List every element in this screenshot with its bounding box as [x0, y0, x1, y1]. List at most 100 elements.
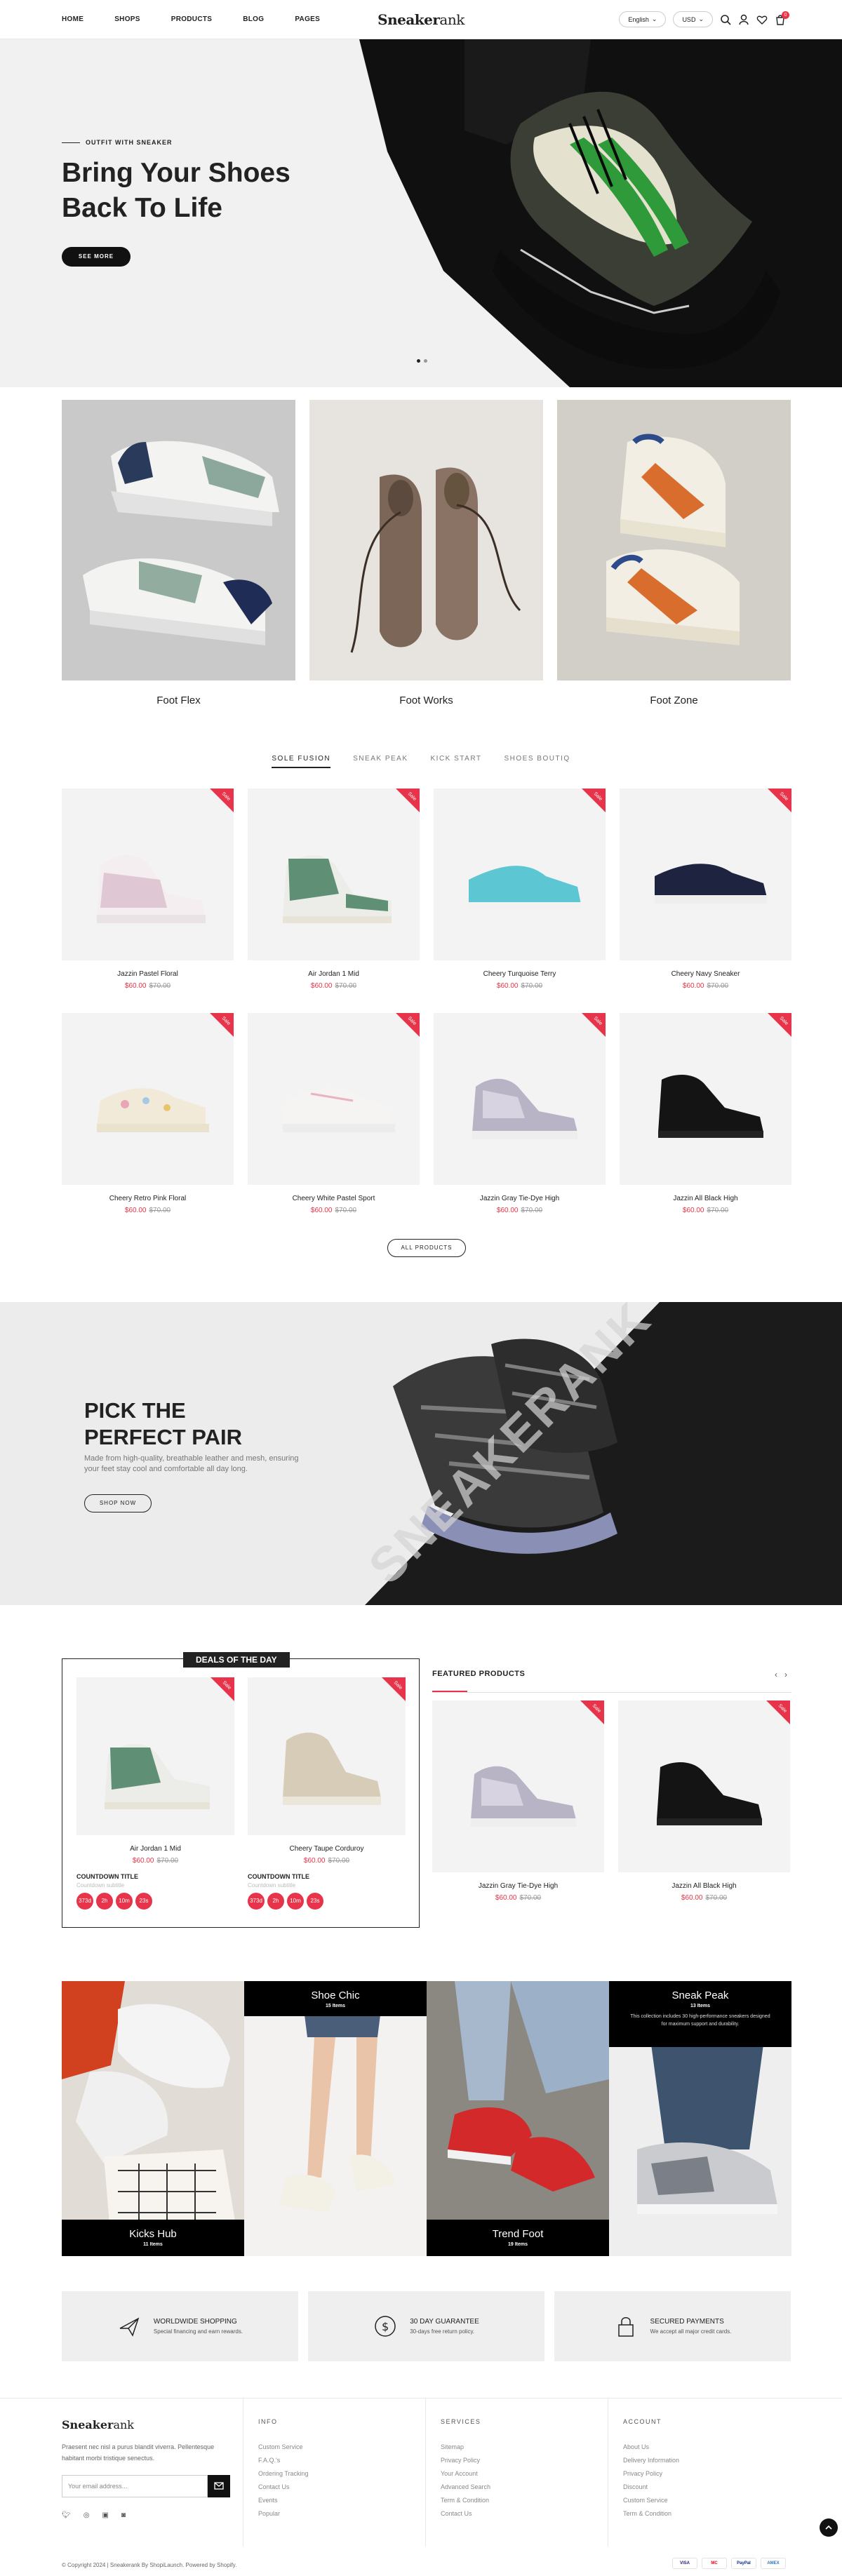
copyright: © Copyright 2024 | Sneakerank By ShopiLa… [62, 2562, 237, 2568]
footer-link[interactable]: Custom Service [258, 2443, 309, 2450]
product-card[interactable]: Sale Cheery Navy Sneaker $60.00 $70.00 [620, 789, 791, 990]
product-name[interactable]: Air Jordan 1 Mid [248, 970, 420, 978]
footer-link[interactable]: About Us [623, 2443, 679, 2450]
countdown-title: COUNTDOWN TITLE [76, 1873, 138, 1880]
sale-price: $60.00 [681, 1894, 703, 1902]
footer-link[interactable]: Your Account [441, 2470, 490, 2477]
product-price: $60.00 $70.00 [434, 1207, 606, 1214]
currency-select[interactable]: USD ⌄ [673, 11, 713, 27]
collection-card[interactable]: Sneak Peak 13 Items This collection includ… [609, 1981, 791, 2256]
feature-box: SECURED PAYMENTS We accept all major cred… [554, 2291, 791, 2361]
user-icon[interactable] [738, 14, 749, 25]
collection-name: Sneak Peak [671, 1990, 729, 2001]
product-card[interactable]: Sale Jazzin Gray Tie-Dye High $60.00 $70.… [432, 1700, 604, 1902]
product-name[interactable]: Cheery Retro Pink Floral [62, 1195, 234, 1202]
product-card[interactable]: Sale Jazzin All Black High $60.00 $70.00 [618, 1700, 790, 1902]
search-icon[interactable] [720, 14, 731, 25]
product-row: Sale Cheery Retro Pink Floral $60.00 $70.… [62, 1013, 791, 1214]
footer-link[interactable]: Discount [623, 2483, 679, 2490]
sale-price: $60.00 [303, 1857, 326, 1865]
category-card[interactable]: Foot Flex [62, 400, 295, 706]
product-name[interactable]: Cheery Taupe Corduroy [248, 1845, 406, 1853]
collection-count: 11 Items [143, 2242, 163, 2247]
dollar-circle-icon: $ [375, 2316, 396, 2337]
linkedin-icon[interactable]: ▣ [102, 2511, 108, 2519]
product-card[interactable]: Sale Jazzin All Black High $60.00 $70.00 [620, 1013, 791, 1214]
heart-icon[interactable] [756, 14, 768, 25]
footer-logo[interactable]: Sneakerank [62, 2418, 230, 2431]
payment-icons: VISA MC PayPal AMEX [672, 2558, 786, 2569]
collection-label: Kicks Hub 11 Items [62, 2220, 244, 2256]
instagram-icon[interactable]: ◙ [121, 2511, 126, 2519]
original-price: $70.00 [521, 982, 543, 990]
tab-sole-fusion[interactable]: SOLE FUSION [272, 755, 331, 768]
category-name[interactable]: Foot Flex [62, 695, 295, 706]
original-price: $70.00 [707, 1207, 729, 1214]
product-card[interactable]: Sale Cheery Turquoise Terry $60.00 $70.00 [434, 789, 606, 990]
product-name[interactable]: Jazzin All Black High [618, 1882, 790, 1890]
product-card[interactable]: Sale Cheery Retro Pink Floral $60.00 $70.… [62, 1013, 234, 1214]
footer-link[interactable]: Popular [258, 2510, 309, 2517]
product-image: Sale [620, 789, 791, 960]
slider-dot[interactable] [424, 359, 427, 363]
deal-card[interactable]: Sale Cheery Taupe Corduroy $60.00 $70.00 … [248, 1677, 406, 1910]
all-products-button[interactable]: ALL PRODUCTS [387, 1239, 466, 1257]
sale-price: $60.00 [124, 1207, 147, 1214]
product-name[interactable]: Cheery Turquoise Terry [434, 970, 606, 978]
footer-divider [425, 2398, 426, 2547]
chevron-right-icon[interactable]: › [784, 1670, 787, 1679]
back-to-top-button[interactable] [820, 2518, 838, 2537]
sale-label: Sale [777, 1703, 788, 1714]
slider-dot[interactable] [417, 359, 420, 363]
twitter-icon[interactable]: 🐦︎ [62, 2511, 71, 2519]
product-name[interactable]: Cheery White Pastel Sport [248, 1195, 420, 1202]
cart-icon[interactable]: 0 [775, 11, 789, 25]
category-card[interactable]: Foot Zone [557, 400, 791, 706]
category-name[interactable]: Foot Zone [557, 695, 791, 706]
product-card[interactable]: Sale Jazzin Gray Tie-Dye High $60.00 $70.… [434, 1013, 606, 1214]
product-name[interactable]: Jazzin Pastel Floral [62, 970, 234, 978]
collection-card[interactable]: Kicks Hub 11 Items [62, 1981, 244, 2256]
product-card[interactable]: Sale Cheery White Pastel Sport $60.00 $70… [248, 1013, 420, 1214]
footer-link[interactable]: Ordering Tracking [258, 2470, 309, 2477]
footer-link[interactable]: Delivery Information [623, 2457, 679, 2464]
footer-link[interactable]: Contact Us [258, 2483, 309, 2490]
collection-card[interactable]: Shoe Chic 15 Items [244, 1981, 427, 2256]
footer-link[interactable]: Contact Us [441, 2510, 490, 2517]
tab-shoes-boutiq[interactable]: SHOES BOUTIQ [504, 755, 570, 768]
footer-link[interactable]: Sitemap [441, 2443, 490, 2450]
footer-link[interactable]: Custom Service [623, 2497, 679, 2504]
footer-link[interactable]: F.A.Q.'s [258, 2457, 309, 2464]
collection-card[interactable]: Trend Foot 19 Items [427, 1981, 609, 2256]
tab-kick-start[interactable]: KICK START [431, 755, 482, 768]
product-image: Sale [248, 1013, 420, 1185]
footer-link[interactable]: Privacy Policy [441, 2457, 490, 2464]
deal-card[interactable]: Sale Air Jordan 1 Mid $60.00 $70.00 COUNT… [76, 1677, 234, 1910]
product-name[interactable]: Cheery Navy Sneaker [620, 970, 791, 978]
subscribe-button[interactable] [208, 2475, 230, 2497]
category-card[interactable]: Foot Works [309, 400, 543, 706]
footer-link[interactable]: Term & Condition [441, 2497, 490, 2504]
footer-link[interactable]: Advanced Search [441, 2483, 490, 2490]
category-name[interactable]: Foot Works [309, 695, 543, 706]
logo-part-b: ank [439, 11, 465, 28]
product-name[interactable]: Jazzin Gray Tie-Dye High [432, 1882, 604, 1890]
product-price: $60.00 $70.00 [62, 1207, 234, 1214]
footer-link[interactable]: Events [258, 2497, 309, 2504]
product-card[interactable]: Sale Air Jordan 1 Mid $60.00 $70.00 [248, 789, 420, 990]
product-name[interactable]: Air Jordan 1 Mid [76, 1845, 234, 1853]
language-select[interactable]: English ⌄ [619, 11, 667, 27]
hero-see-more-button[interactable]: SEE MORE [62, 247, 131, 267]
product-card[interactable]: Sale Jazzin Pastel Floral $60.00 $70.00 [62, 789, 234, 990]
tab-sneak-peak[interactable]: SNEAK PEAK [353, 755, 408, 768]
email-field[interactable]: Your email address... [62, 2475, 208, 2497]
product-name[interactable]: Jazzin Gray Tie-Dye High [434, 1195, 606, 1202]
pinterest-icon[interactable]: ◎ [83, 2511, 90, 2519]
footer-link[interactable]: Term & Condition [623, 2510, 679, 2517]
featured-products: FEATURED PRODUCTS ‹ › Sale Jazzin Gray Ti… [432, 1670, 791, 1902]
footer-link[interactable]: Privacy Policy [623, 2470, 679, 2477]
collection-label: Trend Foot 19 Items [427, 2220, 609, 2256]
chevron-left-icon[interactable]: ‹ [775, 1670, 777, 1679]
product-name[interactable]: Jazzin All Black High [620, 1195, 791, 1202]
shop-now-button[interactable]: SHOP NOW [84, 1494, 152, 1512]
